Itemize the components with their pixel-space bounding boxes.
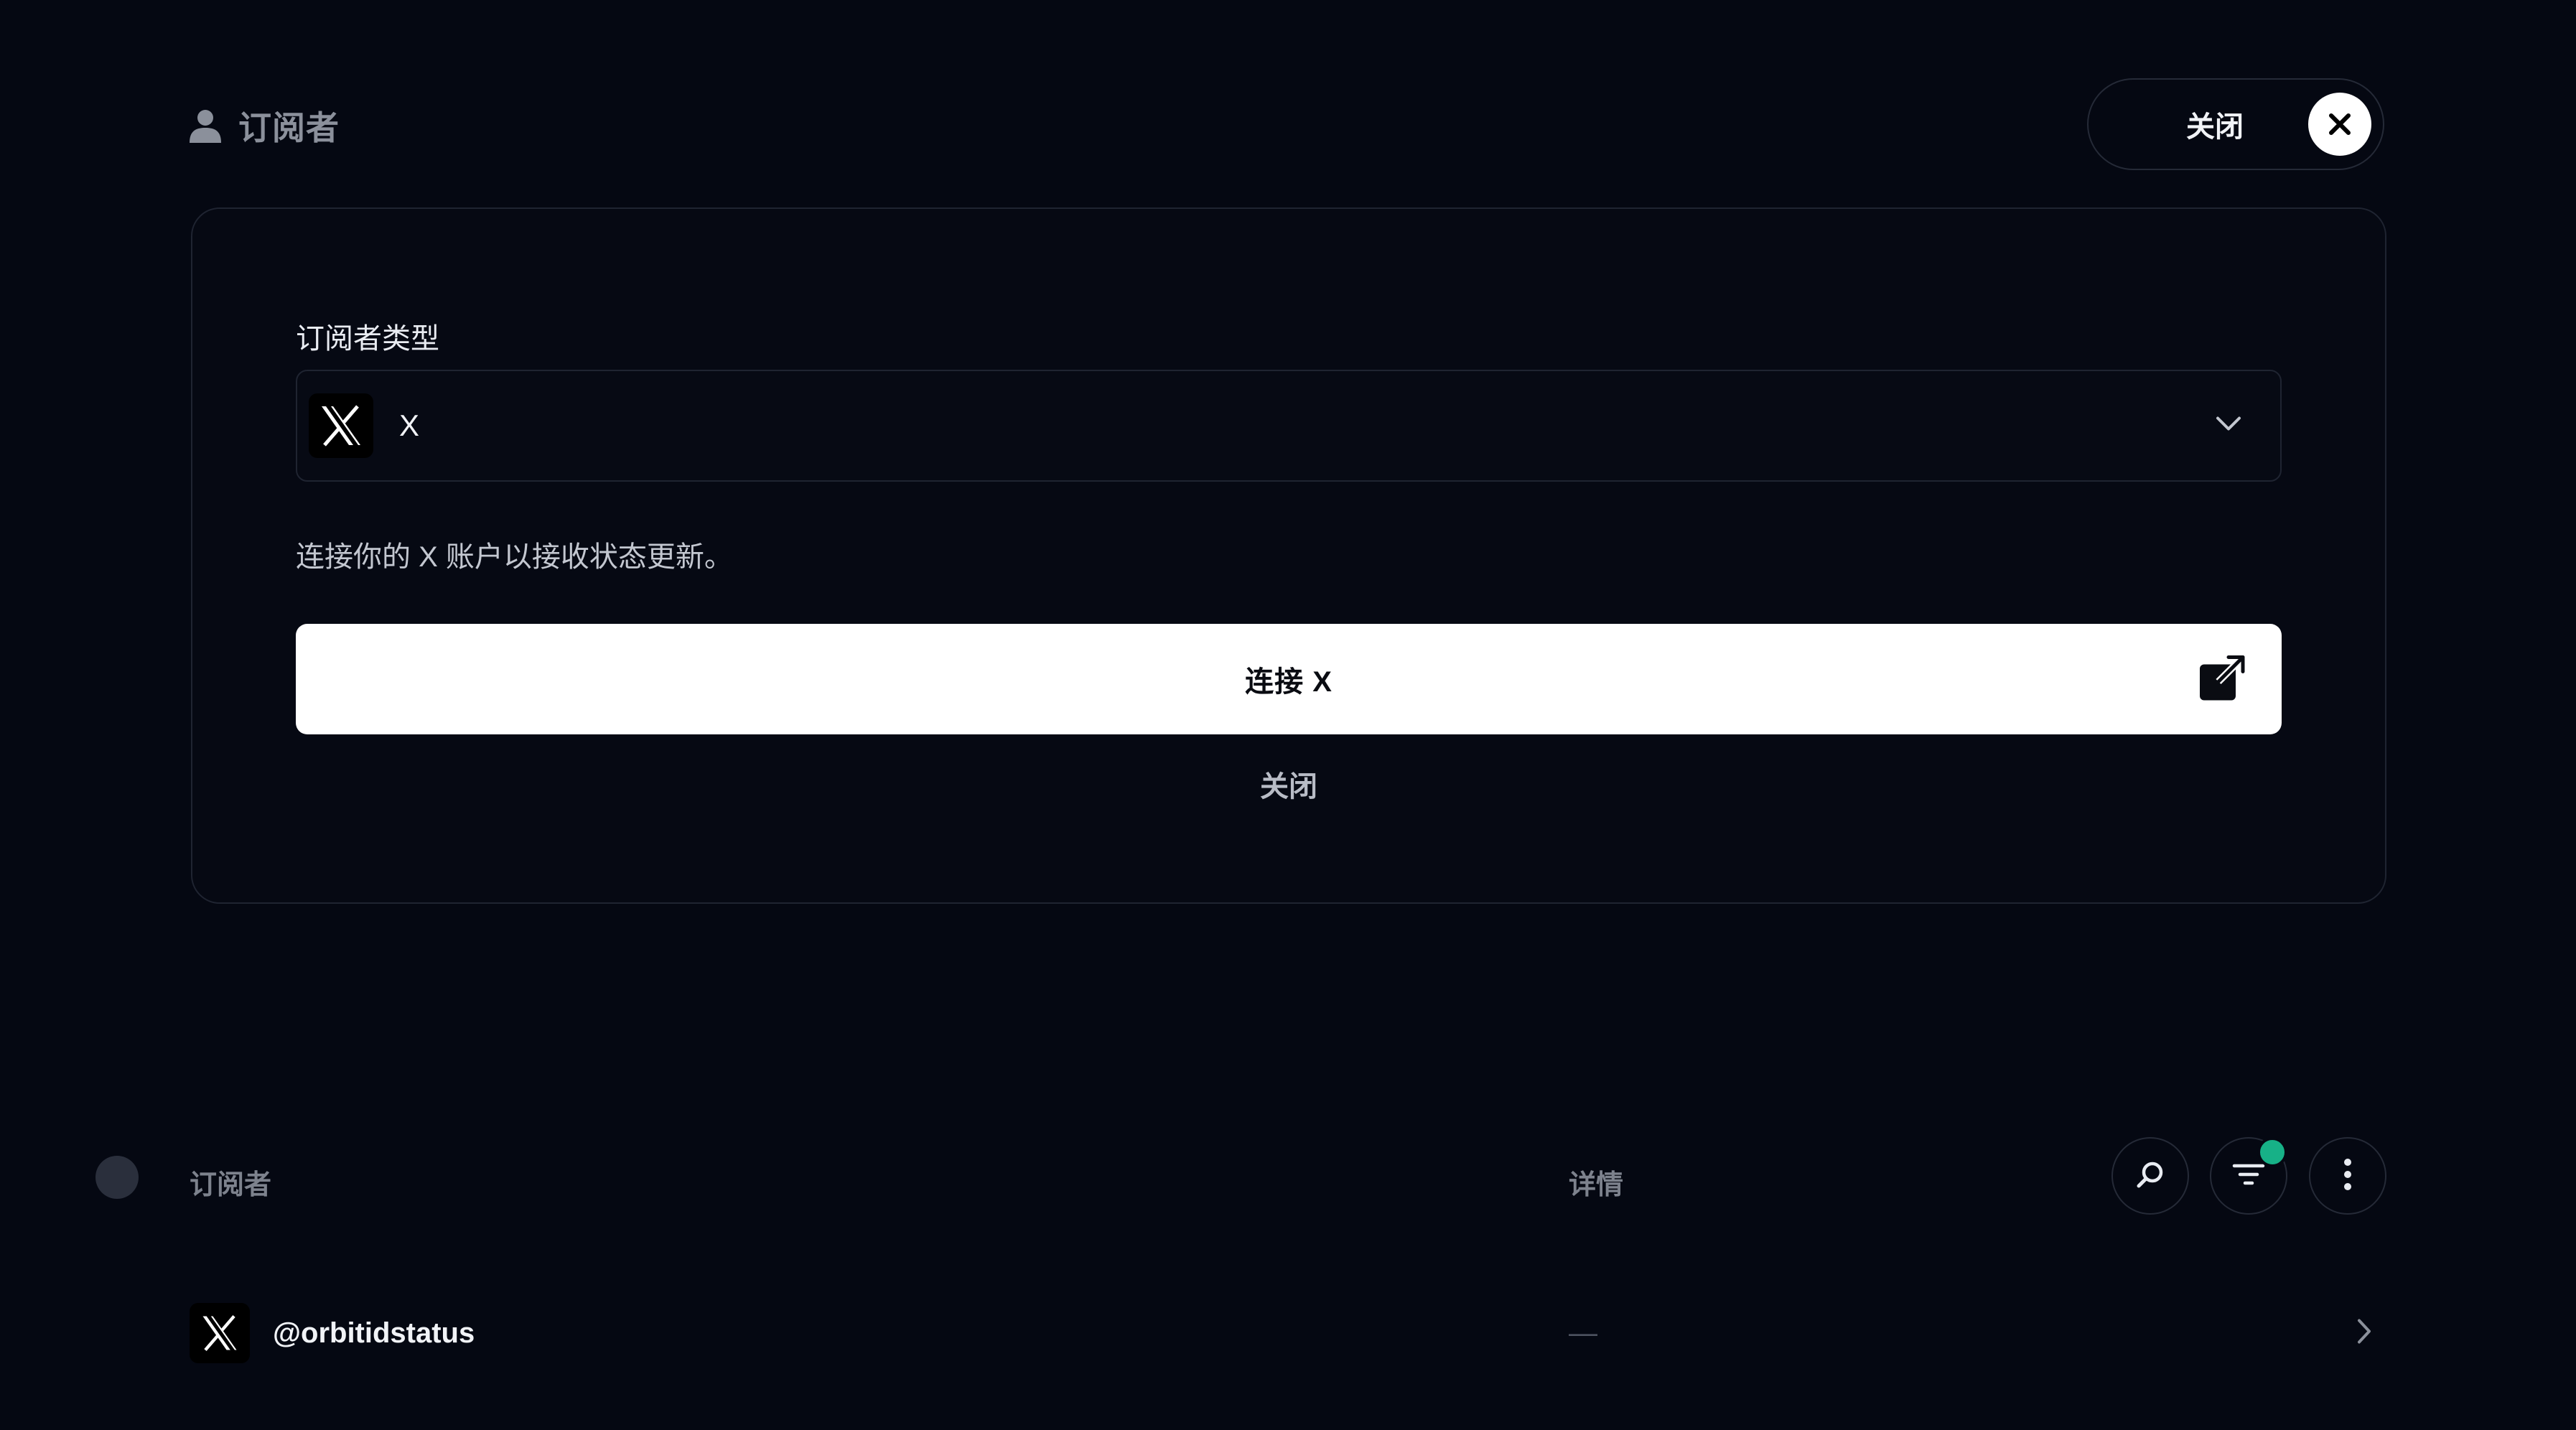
- more-options-button[interactable]: [2309, 1137, 2386, 1215]
- external-link-icon: [2198, 653, 2247, 706]
- more-vertical-icon: [2343, 1158, 2353, 1195]
- connect-x-label: 连接 X: [1245, 666, 1333, 698]
- filter-button[interactable]: [2210, 1137, 2287, 1215]
- close-button-label: 关闭: [2186, 111, 2244, 143]
- search-button[interactable]: [2111, 1137, 2189, 1215]
- chevron-right-icon: [2356, 1318, 2372, 1349]
- page: 订阅者 关闭 订阅者类型 X 连接你的 X 账户以接收状态更新。 连接 X 关闭…: [0, 0, 2576, 1430]
- subscriber-form-card: 订阅者类型 X 连接你的 X 账户以接收状态更新。 连接 X 关闭: [191, 207, 2386, 904]
- x-logo-icon: [190, 1303, 250, 1363]
- x-logo-icon: [309, 393, 373, 458]
- table-row[interactable]: @orbitidstatus —: [190, 1299, 2386, 1367]
- subscriber-type-value: X: [399, 408, 420, 442]
- column-header-details[interactable]: 详情: [1569, 1162, 1623, 1202]
- search-icon: [2134, 1159, 2166, 1194]
- subscriber-details: —: [1569, 1317, 1597, 1349]
- filter-active-badge: [2257, 1137, 2287, 1167]
- user-icon: [190, 108, 221, 143]
- close-button[interactable]: 关闭: [2087, 78, 2384, 170]
- connect-x-button[interactable]: 连接 X: [296, 624, 2282, 734]
- subscriber-handle: @orbitidstatus: [273, 1317, 475, 1349]
- subscriber-type-select[interactable]: X: [296, 370, 2282, 482]
- page-title: 订阅者: [238, 109, 340, 146]
- page-header: 订阅者: [190, 104, 340, 147]
- help-text: 连接你的 X 账户以接收状态更新。: [296, 541, 733, 573]
- column-header-subscriber[interactable]: 订阅者: [190, 1162, 271, 1202]
- select-all-checkbox[interactable]: [95, 1156, 139, 1199]
- close-icon: [2308, 93, 2371, 156]
- subscriber-type-label: 订阅者类型: [296, 323, 439, 355]
- cancel-link[interactable]: 关闭: [192, 763, 2385, 805]
- chevron-down-icon: [2216, 416, 2241, 436]
- filter-icon: [2232, 1162, 2265, 1191]
